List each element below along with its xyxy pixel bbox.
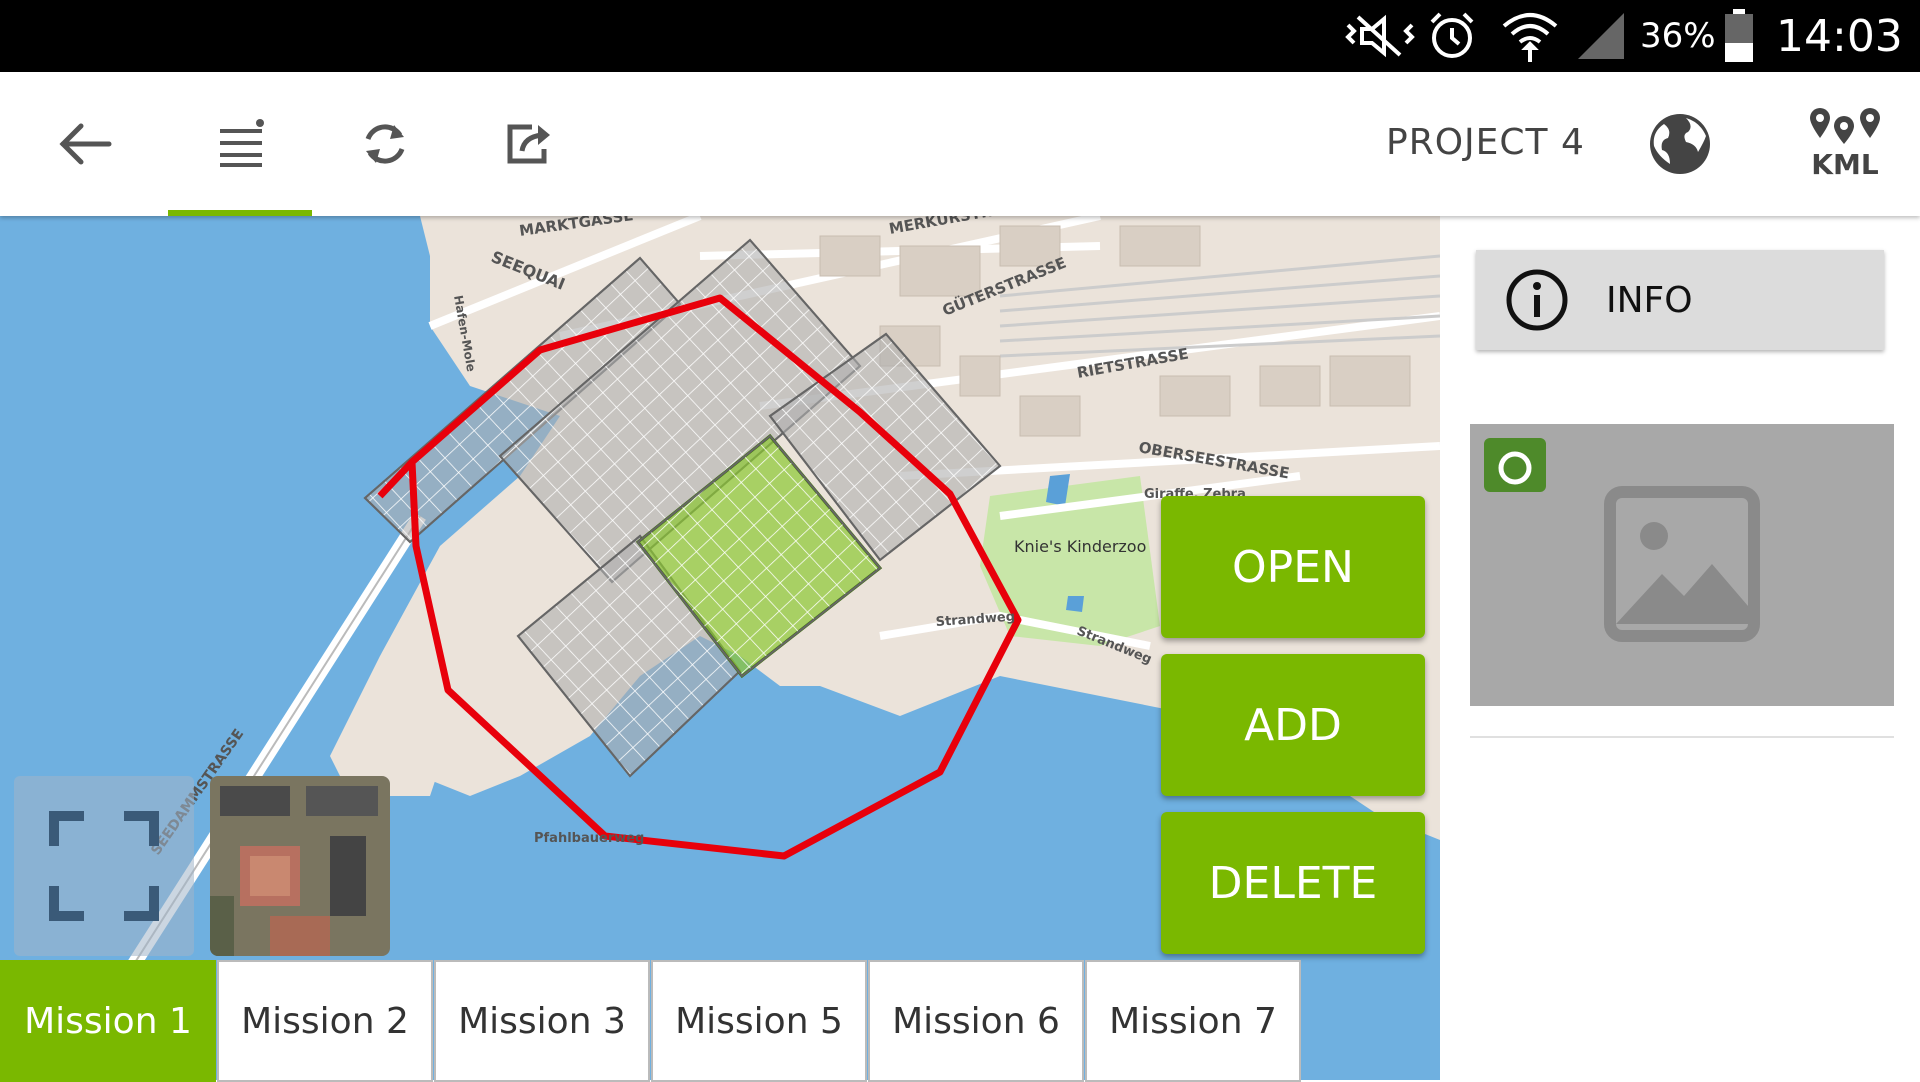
open-button[interactable]: OPEN (1161, 496, 1425, 638)
project-title: PROJECT 4 (1386, 122, 1585, 163)
tab-mission-2[interactable]: Mission 2 (217, 960, 433, 1082)
info-icon (1506, 269, 1568, 331)
satellite-layer-thumbnail[interactable] (210, 776, 390, 956)
list-icon[interactable] (196, 72, 286, 216)
alarm-icon (1426, 0, 1478, 72)
info-button[interactable]: INFO (1476, 250, 1884, 350)
battery-icon (1724, 0, 1754, 72)
fullscreen-button[interactable] (14, 776, 194, 956)
fullscreen-icon (49, 811, 159, 921)
street-pfahlbauer: Pfahlbauerweg (534, 831, 644, 846)
toolbar: PROJECT 4 KML (0, 72, 1920, 216)
mute-vibrate-icon (1342, 0, 1418, 72)
sidebar: INFO (1440, 216, 1920, 1080)
status-bar: 36% 14:03 (0, 0, 1920, 72)
tab-mission-7[interactable]: Mission 7 (1085, 960, 1301, 1082)
photo-placeholder[interactable] (1470, 424, 1894, 706)
map-pins-icon (1810, 107, 1880, 144)
kml-button[interactable]: KML (1800, 72, 1890, 216)
share-icon[interactable] (484, 72, 574, 216)
active-tab-indicator (168, 210, 312, 216)
camera-icon[interactable] (1484, 438, 1546, 492)
tab-mission-5[interactable]: Mission 5 (651, 960, 867, 1082)
tab-mission-3[interactable]: Mission 3 (434, 960, 650, 1082)
tab-mission-1[interactable]: Mission 1 (0, 960, 216, 1082)
globe-icon[interactable] (1640, 72, 1720, 216)
kml-label: KML (1811, 147, 1879, 181)
divider (1470, 736, 1894, 738)
info-label: INFO (1606, 279, 1693, 321)
tab-mission-6[interactable]: Mission 6 (868, 960, 1084, 1082)
mission-tabs: Mission 1 Mission 2 Mission 3 Mission 5 … (0, 960, 1302, 1082)
delete-button[interactable]: DELETE (1161, 812, 1425, 954)
clock: 14:03 (1776, 10, 1903, 62)
battery-percent: 36% (1640, 16, 1716, 56)
image-placeholder-icon (1604, 486, 1760, 642)
signal-icon (1576, 0, 1626, 72)
back-arrow-icon[interactable] (40, 72, 130, 216)
add-button[interactable]: ADD (1161, 654, 1425, 796)
wifi-icon (1500, 0, 1560, 72)
sync-icon[interactable] (340, 72, 430, 216)
label-kinderzoo: Knie's Kinderzoo (1014, 537, 1146, 556)
map-view[interactable]: MARKTGASSE MERKURSTR SEEQUAI Hafen-Mole … (0, 216, 1440, 1080)
